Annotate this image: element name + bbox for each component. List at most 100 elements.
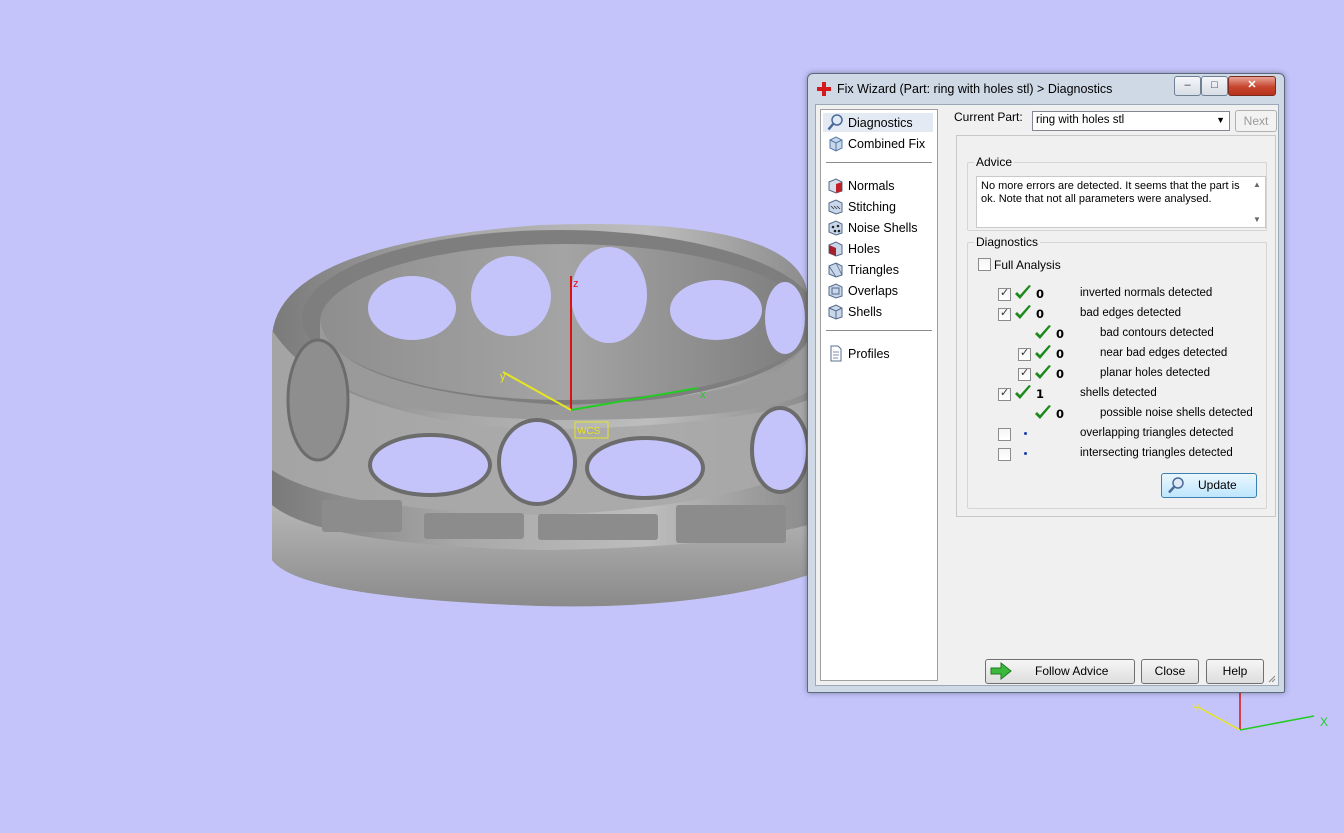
fix-wizard-window: Fix Wizard (Part: ring with holes stl) >… xyxy=(807,73,1285,693)
diagnostic-checkbox[interactable] xyxy=(998,448,1011,461)
nav-item-combined-fix[interactable]: Combined Fix xyxy=(823,134,933,153)
ring-model xyxy=(272,223,818,607)
follow-advice-button[interactable]: Follow Advice xyxy=(985,659,1135,684)
magnifier-icon xyxy=(827,114,843,131)
diagnostic-label: near bad edges detected xyxy=(1100,347,1228,359)
nav-item-normals[interactable]: Normals xyxy=(823,176,933,195)
status-dot-icon xyxy=(1024,432,1027,435)
overlaps-icon xyxy=(828,283,843,299)
resize-grip-icon[interactable] xyxy=(1266,673,1276,683)
green-check-icon xyxy=(1015,305,1031,319)
advice-scrollbar[interactable]: ▲ ▼ xyxy=(1249,177,1265,227)
nav-label: Normals xyxy=(848,179,895,193)
nav-item-profiles[interactable]: Profiles xyxy=(823,344,933,363)
close-window-button[interactable]: ✕ xyxy=(1228,76,1276,96)
diagnostic-checkbox[interactable] xyxy=(1018,346,1031,361)
diagnostics-panel: Advice No more errors are detected. It s… xyxy=(956,135,1276,517)
status-dot-icon xyxy=(1024,452,1027,455)
scroll-up-icon[interactable]: ▲ xyxy=(1253,180,1261,189)
diagnostic-count: 0 xyxy=(1056,367,1065,381)
nav-label: Holes xyxy=(848,242,880,256)
nav-separator xyxy=(826,330,932,331)
diagnostic-label: overlapping triangles detected xyxy=(1080,427,1234,439)
update-label: Update xyxy=(1198,478,1237,492)
diagnostic-count: 0 xyxy=(1056,327,1065,341)
diagnostic-label: shells detected xyxy=(1080,387,1157,399)
nav-label: Combined Fix xyxy=(848,137,926,151)
green-check-icon xyxy=(1035,345,1051,359)
nav-label: Triangles xyxy=(848,263,899,277)
profiles-icon xyxy=(830,345,842,362)
diagnostic-checkbox[interactable] xyxy=(998,386,1011,401)
advice-text: No more errors are detected. It seems th… xyxy=(981,180,1240,205)
diagnostic-count: 0 xyxy=(1036,307,1045,321)
wizard-nav: Diagnostics Combined Fix Normals Stitchi… xyxy=(820,109,938,681)
nav-item-diagnostics[interactable]: Diagnostics xyxy=(823,113,933,132)
current-part-value: ring with holes stl xyxy=(1036,114,1125,126)
axis-label-x: x xyxy=(700,389,706,401)
magnifier-icon xyxy=(1168,477,1184,494)
diagnostics-group: Diagnostics Full Analysis 0 inverted norm… xyxy=(967,235,1267,509)
green-arrow-icon xyxy=(990,662,1012,680)
close-button[interactable]: Close xyxy=(1141,659,1199,684)
nav-label: Profiles xyxy=(848,347,890,361)
diagnostic-count: 1 xyxy=(1036,387,1045,401)
diagnostic-label: intersecting triangles detected xyxy=(1080,447,1233,459)
advice-title: Advice xyxy=(974,155,1015,169)
window-client: Diagnostics Combined Fix Normals Stitchi… xyxy=(815,104,1279,686)
green-check-icon xyxy=(1015,385,1031,399)
nav-item-holes[interactable]: Holes xyxy=(823,239,933,258)
triangles-icon xyxy=(828,262,843,278)
title-bar[interactable]: Fix Wizard (Part: ring with holes stl) >… xyxy=(808,74,1284,104)
next-button[interactable]: Next xyxy=(1235,110,1277,132)
nav-item-overlaps[interactable]: Overlaps xyxy=(823,281,933,300)
stitching-icon xyxy=(828,199,843,215)
cube-icon xyxy=(829,136,843,152)
full-analysis-label: Full Analysis xyxy=(994,258,1061,272)
diagnostic-checkbox[interactable] xyxy=(998,428,1011,441)
diagnostic-label: planar holes detected xyxy=(1100,367,1210,379)
current-part-label: Current Part: xyxy=(954,110,1023,124)
holes-icon xyxy=(828,241,843,257)
nav-label: Overlaps xyxy=(848,284,899,298)
window-title: Fix Wizard (Part: ring with holes stl) >… xyxy=(837,82,1113,96)
minimize-button[interactable]: – xyxy=(1174,76,1201,96)
current-part-dropdown[interactable]: ring with holes stl ▼ xyxy=(1032,111,1230,131)
wcs-label: WCS xyxy=(577,426,601,437)
diagnostics-title: Diagnostics xyxy=(974,235,1041,249)
nav-item-noise-shells[interactable]: Noise Shells xyxy=(823,218,933,237)
nav-label: Shells xyxy=(848,305,883,319)
follow-advice-label: Follow Advice xyxy=(1035,664,1109,678)
diagnostic-checkbox[interactable] xyxy=(1018,366,1031,381)
chevron-down-icon: ▼ xyxy=(1216,115,1225,125)
diagnostic-count: 0 xyxy=(1056,407,1065,421)
diagnostic-count: 0 xyxy=(1056,347,1065,361)
diagnostic-label: bad contours detected xyxy=(1100,327,1214,339)
diagnostic-label: possible noise shells detected xyxy=(1100,407,1253,419)
nav-separator xyxy=(826,162,932,163)
normals-icon xyxy=(828,178,843,194)
diagnostic-label: inverted normals detected xyxy=(1080,287,1213,299)
diagnostic-label: bad edges detected xyxy=(1080,307,1182,319)
advice-textbox[interactable]: No more errors are detected. It seems th… xyxy=(976,176,1266,228)
help-button[interactable]: Help xyxy=(1206,659,1264,684)
scroll-down-icon[interactable]: ▼ xyxy=(1253,215,1261,224)
noise-shells-icon xyxy=(828,220,843,236)
mini-axis-label-y: Y xyxy=(1192,703,1200,715)
update-button[interactable]: Update xyxy=(1161,473,1257,498)
full-analysis-checkbox[interactable] xyxy=(978,258,991,271)
mini-axis-gizmo: Y X xyxy=(1192,690,1328,731)
diagnostic-checkbox[interactable] xyxy=(998,306,1011,321)
green-check-icon xyxy=(1035,365,1051,379)
shells-icon xyxy=(828,304,843,320)
nav-item-triangles[interactable]: Triangles xyxy=(823,260,933,279)
mini-axis-label-x: X xyxy=(1320,715,1328,729)
diagnostic-checkbox[interactable] xyxy=(998,286,1011,301)
green-check-icon xyxy=(1035,405,1051,419)
nav-item-shells[interactable]: Shells xyxy=(823,302,933,321)
nav-label: Noise Shells xyxy=(848,221,918,235)
maximize-button[interactable]: □ xyxy=(1201,76,1228,96)
nav-item-stitching[interactable]: Stitching xyxy=(823,197,933,216)
advice-group: Advice No more errors are detected. It s… xyxy=(967,155,1267,231)
diagnostic-count: 0 xyxy=(1036,287,1045,301)
